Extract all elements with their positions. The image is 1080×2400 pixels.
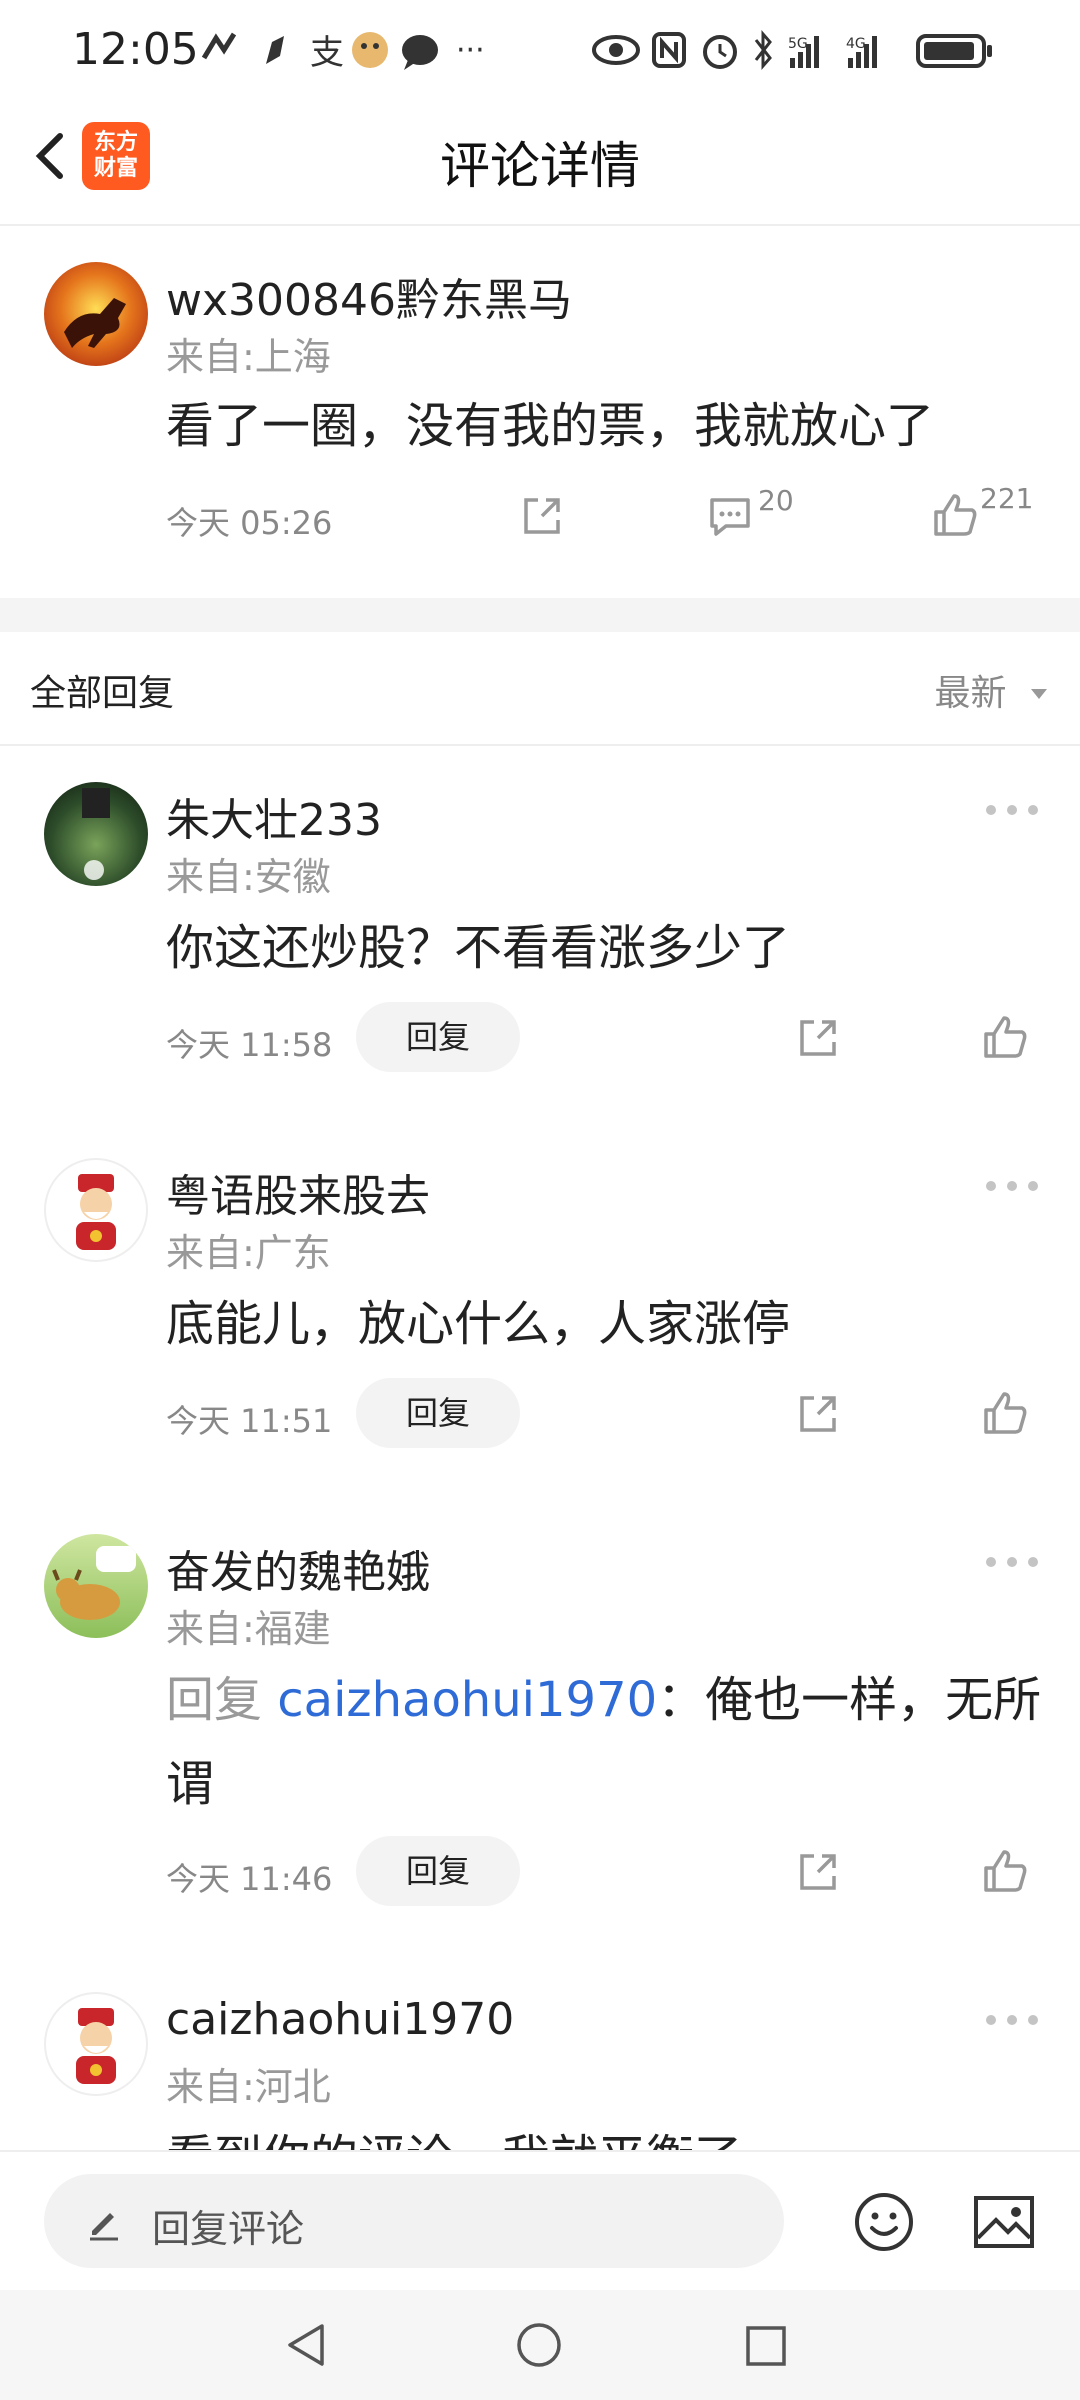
comment-icon — [710, 498, 750, 536]
reply-content: 你这还炒股？不看看涨多少了 — [166, 920, 791, 976]
reply-location: 来自:福建 — [166, 1607, 331, 1651]
post-like-count: 221 — [980, 482, 1034, 515]
post-comment-count: 20 — [758, 484, 794, 517]
emoji-icon — [855, 2193, 913, 2251]
aquarium-avatar-icon — [82, 788, 110, 880]
nav-recents-button[interactable] — [742, 2322, 790, 2374]
image-button[interactable] — [972, 2192, 1036, 2256]
emoji-button[interactable] — [852, 2190, 916, 2258]
post-share-button[interactable] — [518, 492, 566, 544]
pencil-icon — [90, 2213, 118, 2241]
share-icon — [800, 1396, 836, 1432]
svg-text:支: 支 — [310, 33, 344, 72]
fortune-god-avatar-icon — [76, 2008, 116, 2084]
reply-time: 今天 11:58 — [166, 1026, 333, 1064]
horse-avatar-icon — [64, 298, 126, 348]
post-time: 今天 05:26 — [166, 504, 333, 542]
reply-username[interactable]: 奋发的魏艳娥 — [166, 1536, 430, 1600]
post-like-button[interactable] — [930, 490, 980, 544]
fortune-god-avatar-icon — [76, 1174, 116, 1250]
sort-dropdown[interactable]: 最新 — [935, 664, 1050, 716]
svg-text:4G: 4G — [846, 36, 866, 52]
system-icons: 5G 4G — [592, 30, 992, 70]
more-status-icon: ··· — [456, 32, 485, 68]
app-header: 东方 财富 评论详情 — [0, 100, 1080, 226]
nav-back-button[interactable] — [282, 2320, 332, 2374]
status-time: 12:05 — [72, 24, 199, 75]
reply-input-placeholder: 回复评论 — [152, 2207, 305, 2251]
reply-avatar[interactable] — [44, 1534, 148, 1638]
svg-text:5G: 5G — [788, 36, 808, 52]
reply-username[interactable]: 粤语股来股去 — [166, 1160, 430, 1224]
replies-header: 全部回复 最新 — [0, 634, 1080, 746]
reply-share-button[interactable] — [794, 1014, 842, 1066]
reply-username[interactable]: 朱大壮233 — [166, 784, 382, 848]
section-divider — [0, 598, 1080, 632]
reply-like-button[interactable] — [980, 1846, 1030, 1900]
image-icon — [974, 2196, 1034, 2248]
nav-home-button[interactable] — [514, 2320, 564, 2374]
post-avatar[interactable] — [44, 262, 148, 366]
status-bar: 12:05 支 ··· 5G 4G — [0, 0, 1080, 100]
mentioned-user-link[interactable]: caizhaohui1970 — [277, 1672, 657, 1728]
reply-like-button[interactable] — [980, 1388, 1030, 1442]
more-options-icon[interactable] — [986, 800, 1038, 820]
reply-button[interactable]: 回复 — [356, 1378, 520, 1448]
reply-button[interactable]: 回复 — [356, 1836, 520, 1906]
thumbs-up-icon — [984, 1392, 1027, 1434]
share-icon — [800, 1854, 836, 1890]
thumbs-up-icon — [934, 494, 977, 536]
app-notification-icons: 支 — [201, 32, 438, 72]
reply-avatar[interactable] — [44, 1992, 148, 2096]
reply-time: 今天 11:51 — [166, 1402, 333, 1440]
reply-time: 今天 11:46 — [166, 1860, 333, 1898]
more-options-icon[interactable] — [986, 1552, 1038, 1572]
system-nav-bar — [0, 2290, 1080, 2400]
reply-location: 来自:广东 — [166, 1231, 331, 1275]
share-icon — [524, 498, 560, 534]
caret-down-icon — [1031, 689, 1047, 699]
more-options-icon[interactable] — [986, 2010, 1038, 2030]
circle-home-icon — [517, 2323, 561, 2367]
reply-share-button[interactable] — [794, 1848, 842, 1900]
share-icon — [800, 1020, 836, 1056]
post-username[interactable]: wx300846黔东黑马 — [166, 264, 572, 328]
bull-avatar-icon — [52, 1546, 136, 1620]
post-location: 来自:上海 — [166, 335, 331, 379]
reply-location: 来自:河北 — [166, 2065, 331, 2109]
reply-input-bar: 回复评论 — [0, 2150, 1080, 2292]
reply-share-button[interactable] — [794, 1390, 842, 1442]
thumbs-up-icon — [984, 1850, 1027, 1892]
all-replies-label: 全部回复 — [30, 673, 175, 714]
square-recents-icon — [746, 2326, 786, 2366]
sort-label: 最新 — [934, 673, 1007, 714]
page-title: 评论详情 — [440, 137, 640, 195]
reply-prefix: 回复 — [166, 1672, 278, 1728]
triangle-back-icon — [288, 2324, 324, 2366]
reply-button[interactable]: 回复 — [356, 1002, 520, 1072]
reply-username[interactable]: caizhaohui1970 — [166, 1994, 514, 2045]
reply-avatar[interactable] — [44, 782, 148, 886]
thumbs-up-icon — [984, 1016, 1027, 1058]
reply-content: 回复 caizhaohui1970：俺也一样，无所谓 — [166, 1658, 1046, 1826]
reply-location: 来自:安徽 — [166, 855, 331, 899]
reply-content: 底能儿，放心什么，人家涨停 — [166, 1296, 791, 1352]
post-content: 看了一圈，没有我的票，我就放心了 — [166, 398, 935, 454]
reply-avatar[interactable] — [44, 1158, 148, 1262]
reply-comment-input[interactable]: 回复评论 — [44, 2174, 784, 2268]
notification-icons: 支 — [200, 28, 450, 72]
reply-like-button[interactable] — [980, 1012, 1030, 1066]
post-comment-button[interactable] — [706, 492, 754, 544]
more-options-icon[interactable] — [986, 1176, 1038, 1196]
system-status-icons: 5G 4G — [592, 28, 1012, 72]
